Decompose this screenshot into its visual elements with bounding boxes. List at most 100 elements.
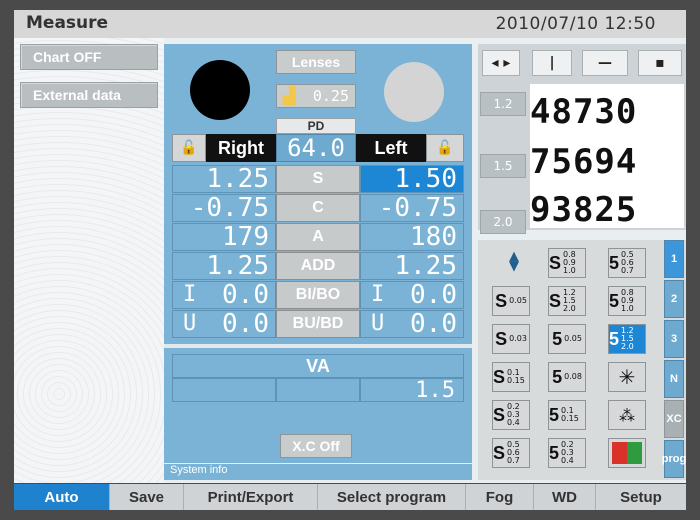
tab-n[interactable]: N bbox=[664, 360, 684, 398]
chart-option-s-02[interactable]: S 0.2 0.3 0.4 bbox=[492, 400, 530, 430]
horizontal-bar-button[interactable]: — bbox=[582, 50, 628, 76]
tab-2[interactable]: 2 bbox=[664, 280, 684, 318]
pd-value[interactable]: 64.0 bbox=[276, 134, 356, 162]
right-eye-header[interactable]: 🔓 Right bbox=[172, 134, 276, 162]
left-add-value[interactable]: 1.25 bbox=[360, 251, 464, 281]
wd-button[interactable]: WD bbox=[534, 484, 596, 510]
option-acuity: 0.5 0.6 0.7 bbox=[507, 440, 520, 465]
option-acuity: 0.2 0.3 0.4 bbox=[561, 440, 574, 465]
step-button[interactable]: ▟ 0.25 bbox=[276, 84, 356, 108]
va-both-cell[interactable] bbox=[276, 378, 360, 402]
xc-off-button[interactable]: X.C Off bbox=[280, 434, 352, 458]
chart-option-s-01[interactable]: S 0.1 0.15 bbox=[492, 362, 530, 392]
chart-line-2: 75694 bbox=[530, 142, 638, 182]
right-add-value[interactable]: 1.25 bbox=[172, 251, 276, 281]
right-a-value[interactable]: 179 bbox=[172, 222, 276, 252]
tab-xc[interactable]: XC bbox=[664, 400, 684, 438]
vertical-bar-button[interactable]: | bbox=[532, 50, 572, 76]
size-button-3[interactable]: 2.0 bbox=[480, 210, 526, 234]
left-eye-header[interactable]: Left 🔓 bbox=[356, 134, 464, 162]
add-label: ADD bbox=[276, 252, 360, 280]
left-bibo-unit: I bbox=[371, 282, 385, 307]
tab-3[interactable]: 3 bbox=[664, 320, 684, 358]
pd-label: PD bbox=[276, 118, 356, 134]
lock-icon[interactable]: 🔓 bbox=[172, 134, 206, 162]
red-green-icon bbox=[612, 442, 642, 464]
size-button-2[interactable]: 1.5 bbox=[480, 154, 526, 178]
lenses-button[interactable]: Lenses bbox=[276, 50, 356, 74]
chart-option-5-02[interactable]: 5 0.2 0.3 0.4 bbox=[548, 438, 586, 468]
left-bubd-value[interactable]: U 0.0 bbox=[360, 309, 464, 339]
astigmatic-chart-button[interactable]: ✳ bbox=[608, 362, 646, 392]
content-area: Chart OFF External data Lenses ▟ 0.25 PD… bbox=[14, 38, 686, 483]
left-bubd-unit: U bbox=[371, 311, 385, 336]
left-bibo-number: 0.0 bbox=[410, 280, 457, 310]
bibo-label: BI/BO bbox=[276, 281, 360, 309]
right-bubd-number: 0.0 bbox=[222, 309, 269, 339]
tab-1[interactable]: 1 bbox=[664, 240, 684, 278]
right-lens-circle[interactable] bbox=[190, 60, 250, 120]
chart-option-5-008[interactable]: 5 0.08 bbox=[548, 362, 586, 392]
va-label: VA bbox=[172, 354, 464, 378]
left-s-value[interactable]: 1.50 bbox=[360, 164, 464, 194]
left-lens-circle[interactable] bbox=[384, 62, 444, 122]
arrow-leftright-button[interactable]: ◂ ▸ bbox=[482, 50, 520, 76]
size-button-1[interactable]: 1.2 bbox=[480, 92, 526, 116]
left-eye-label: Left bbox=[356, 134, 426, 162]
left-c-value[interactable]: -0.75 bbox=[360, 193, 464, 223]
chart-area: ◂ ▸ | — ▪ 48730 75694 93825 1.2 1.5 2.0 bbox=[478, 44, 686, 234]
option-acuity: 0.5 0.6 0.7 bbox=[621, 250, 634, 275]
left-bibo-value[interactable]: I 0.0 bbox=[360, 280, 464, 310]
print-export-button[interactable]: Print/Export bbox=[184, 484, 318, 510]
chart-option-5-005[interactable]: 5 0.05 bbox=[548, 324, 586, 354]
dot-pattern-button[interactable]: ⁂ bbox=[608, 400, 646, 430]
chart-option-s-05[interactable]: S 0.5 0.6 0.7 bbox=[492, 438, 530, 468]
option-acuity: 0.05 bbox=[564, 334, 582, 343]
option-letter: S bbox=[493, 366, 506, 387]
row-s: 1.25 S 1.50 bbox=[172, 164, 464, 194]
right-c-value[interactable]: -0.75 bbox=[172, 193, 276, 223]
chart-option-s-005[interactable]: S 0.05 bbox=[492, 286, 530, 316]
chart-panel: ◂ ▸ | — ▪ 48730 75694 93825 1.2 1.5 2.0 … bbox=[478, 44, 686, 480]
option-letter: 5 bbox=[552, 366, 563, 387]
tab-prog[interactable]: prog bbox=[662, 440, 686, 478]
left-a-value[interactable]: 180 bbox=[360, 222, 464, 252]
right-s-value[interactable]: 1.25 bbox=[172, 164, 276, 194]
option-acuity: 0.8 0.9 1.0 bbox=[563, 250, 576, 275]
bubd-label: BU/BD bbox=[276, 310, 360, 338]
va-left-value[interactable]: 1.5 bbox=[360, 378, 464, 403]
chart-line-1: 48730 bbox=[530, 92, 638, 132]
chart-option-s-08[interactable]: S 0.8 0.9 1.0 bbox=[548, 248, 586, 278]
option-letter: S bbox=[495, 290, 508, 311]
chart-option-5-01[interactable]: 5 0.1 0.15 bbox=[548, 400, 586, 430]
right-bubd-unit: U bbox=[183, 311, 197, 336]
chart-option-s-003[interactable]: S 0.03 bbox=[492, 324, 530, 354]
lock-icon[interactable]: 🔓 bbox=[426, 134, 464, 162]
chart-option-5-05[interactable]: 5 0.5 0.6 0.7 bbox=[608, 248, 646, 278]
save-button[interactable]: Save bbox=[110, 484, 184, 510]
chart-line-3: 93825 bbox=[530, 190, 638, 230]
red-green-chart-button[interactable] bbox=[608, 438, 646, 468]
select-program-button[interactable]: Select program bbox=[318, 484, 466, 510]
starburst-icon: ✳ bbox=[618, 365, 636, 389]
va-right-cell[interactable] bbox=[172, 378, 276, 402]
option-letter: S bbox=[495, 328, 508, 349]
chart-off-button[interactable]: Chart OFF bbox=[20, 44, 158, 70]
external-data-button[interactable]: External data bbox=[20, 82, 158, 108]
chart-option-5-12-selected[interactable]: 5 1.2 1.5 2.0 bbox=[608, 324, 646, 354]
setup-button[interactable]: Setup bbox=[596, 484, 686, 510]
option-acuity: 1.2 1.5 2.0 bbox=[563, 288, 576, 313]
auto-button[interactable]: Auto bbox=[14, 484, 110, 510]
step-icon: ▟ bbox=[283, 88, 296, 105]
chart-option-s-12[interactable]: S 1.2 1.5 2.0 bbox=[548, 286, 586, 316]
option-letter: S bbox=[549, 252, 562, 273]
right-bibo-value[interactable]: I 0.0 bbox=[172, 280, 276, 310]
chart-option-5-08[interactable]: 5 0.8 0.9 1.0 bbox=[608, 286, 646, 316]
square-button[interactable]: ▪ bbox=[638, 50, 682, 76]
option-letter: 5 bbox=[609, 328, 620, 349]
option-letter: S bbox=[549, 290, 562, 311]
option-letter: S bbox=[493, 404, 506, 425]
arrows-icon[interactable]: ▲ ▼ bbox=[504, 250, 524, 276]
right-bubd-value[interactable]: U 0.0 bbox=[172, 309, 276, 339]
fog-button[interactable]: Fog bbox=[466, 484, 534, 510]
